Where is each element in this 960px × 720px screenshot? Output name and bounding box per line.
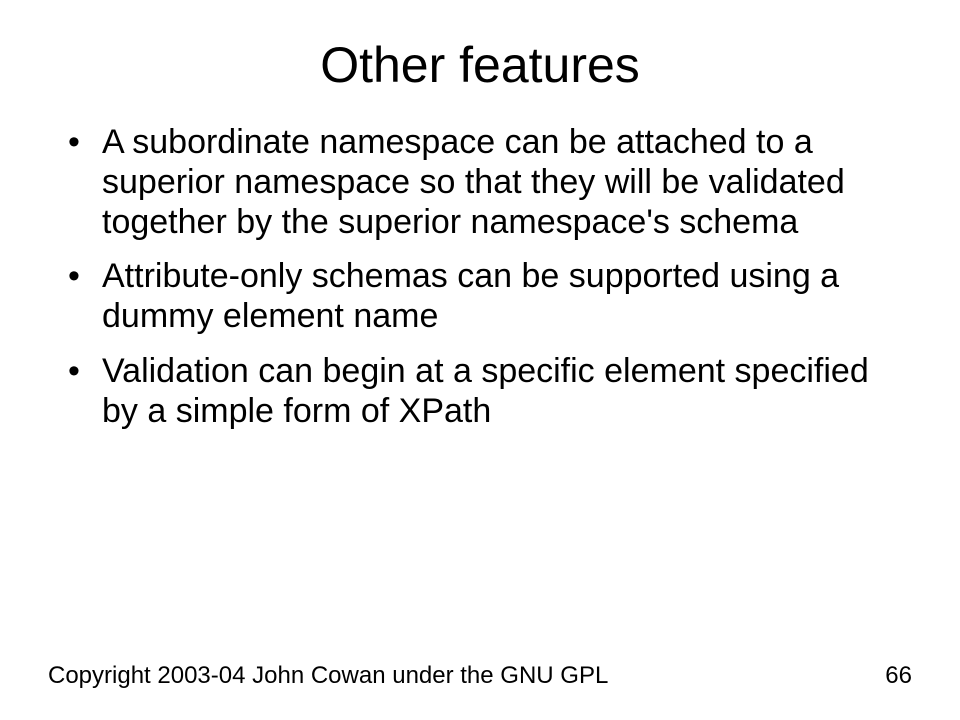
- copyright-text: Copyright 2003-04 John Cowan under the G…: [48, 662, 608, 690]
- slide-footer: Copyright 2003-04 John Cowan under the G…: [48, 662, 912, 690]
- bullet-item: Validation can begin at a specific eleme…: [60, 351, 900, 431]
- bullet-item: Attribute-only schemas can be supported …: [60, 256, 900, 336]
- slide-title: Other features: [0, 0, 960, 102]
- bullet-list: A subordinate namespace can be attached …: [60, 122, 900, 431]
- slide: Other features A subordinate namespace c…: [0, 0, 960, 720]
- slide-body: A subordinate namespace can be attached …: [0, 102, 960, 431]
- bullet-item: A subordinate namespace can be attached …: [60, 122, 900, 242]
- page-number: 66: [885, 662, 912, 690]
